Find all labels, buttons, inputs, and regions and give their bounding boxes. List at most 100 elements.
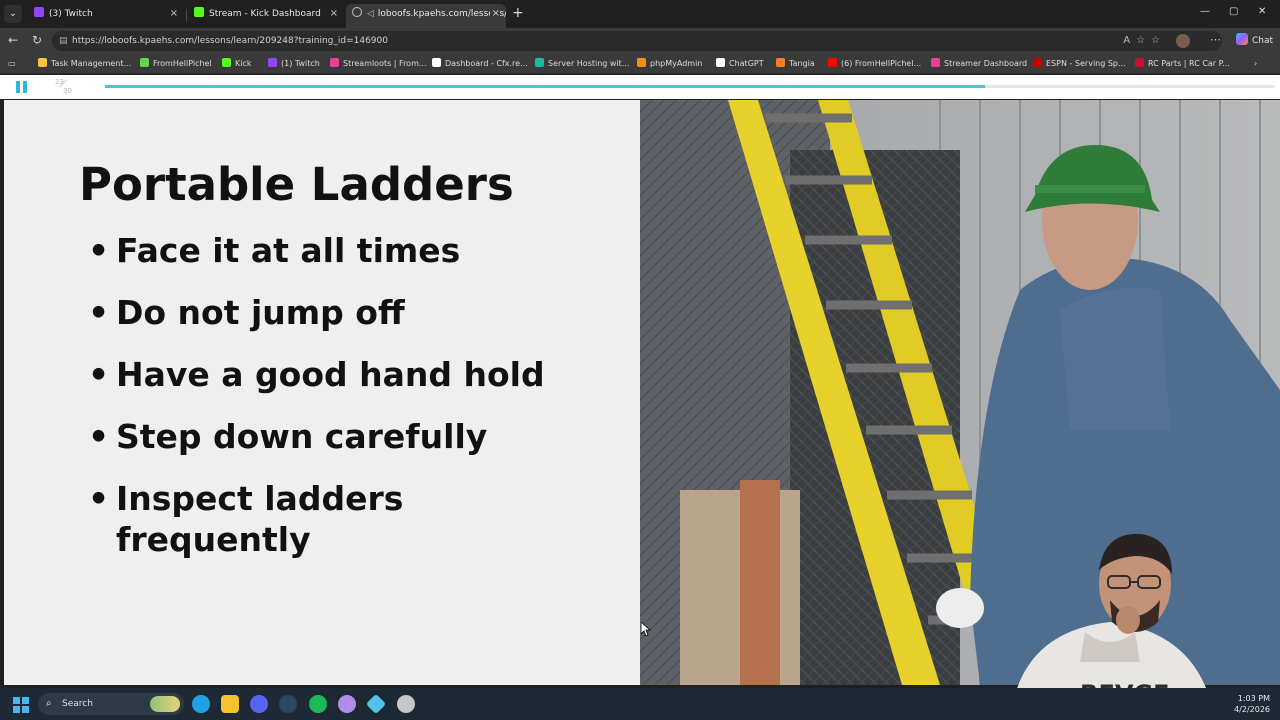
bookmark-label: ChatGPT: [729, 59, 764, 68]
maximize-button[interactable]: ▢: [1229, 6, 1238, 17]
minimize-button[interactable]: —: [1200, 6, 1210, 17]
tab-strip: ⌄ (3) Twitch × Stream - Kick Dashboard ×…: [0, 0, 1280, 28]
close-window-button[interactable]: ✕: [1258, 6, 1266, 17]
bookmark-label: Task Management...: [51, 59, 132, 68]
bookmark-item[interactable]: RC Parts | RC Car P...: [1135, 57, 1230, 71]
twitch-icon: [34, 7, 44, 17]
bookmark-label: (6) FromHellPichel...: [841, 59, 922, 68]
mouse-cursor-icon: [641, 622, 651, 636]
bookmark-icon: [330, 58, 339, 67]
bookmark-icon: [828, 58, 837, 67]
bookmark-label: Streamer Dashboard: [944, 59, 1028, 68]
spotify-icon[interactable]: [309, 695, 327, 713]
bookmark-item[interactable]: Dashboard - Cfx.re...: [432, 57, 528, 71]
tab-divider: [186, 9, 187, 21]
screen: ⌄ (3) Twitch × Stream - Kick Dashboard ×…: [0, 0, 1280, 720]
bookmark-item[interactable]: (1) Twitch: [268, 57, 320, 71]
bullet-item: Step down carefully: [88, 416, 618, 457]
bookmark-label: ESPN - Serving Sp...: [1046, 59, 1126, 68]
favorite-star-icon[interactable]: ☆: [1136, 35, 1151, 46]
steam-icon[interactable]: [279, 695, 297, 713]
bookmark-icon: [637, 58, 646, 67]
bookmark-item[interactable]: Kick: [222, 57, 252, 71]
bookmark-label: FromHellPichel: [153, 59, 212, 68]
edge-icon[interactable]: [192, 695, 210, 713]
bookmark-label: Server Hosting wit...: [548, 59, 630, 68]
copilot-icon: [1236, 33, 1248, 45]
discord-icon[interactable]: [250, 695, 268, 713]
bookmark-item[interactable]: Task Management...: [38, 57, 131, 71]
favorites-icon[interactable]: ☆: [1151, 35, 1166, 46]
bullet-item: Do not jump off: [88, 292, 618, 333]
bookmark-icon: [931, 58, 940, 67]
clock-time: 1:03 PM: [1237, 694, 1270, 703]
bookmark-item[interactable]: (6) FromHellPichel...: [828, 57, 921, 71]
close-tab-icon[interactable]: ×: [170, 4, 178, 24]
pause-icon[interactable]: [16, 81, 28, 93]
bullet-item: Face it at all times: [88, 230, 618, 271]
bookmark-label: Tangia: [789, 59, 815, 68]
bookmark-icon: [535, 58, 544, 67]
bookmark-item[interactable]: phpMyAdmin: [637, 57, 702, 71]
bookmark-item[interactable]: Streamer Dashboard: [931, 57, 1027, 71]
app-settings-icon[interactable]: [397, 695, 415, 713]
refresh-icon[interactable]: ↻: [32, 33, 42, 47]
bookmarks-overflow-chevron-icon[interactable]: ›: [1254, 57, 1257, 71]
bookmark-label: Streamloots | From...: [343, 59, 427, 68]
bullet-item: Inspect ladders frequently: [88, 478, 508, 560]
tab-label: loboofs.kpaehs.com/lessons/l: [377, 9, 506, 19]
bookmark-icon: [38, 58, 47, 67]
taskbar: ⌕ Search 1:03 PM 4/2/2026: [0, 688, 1280, 720]
bookmark-label: RC Parts | RC Car P...: [1148, 59, 1230, 68]
back-arrow-icon[interactable]: ←: [8, 33, 18, 47]
lesson-progress-bar[interactable]: [105, 85, 1275, 88]
bookmark-label: Dashboard - Cfx.re...: [445, 59, 528, 68]
app-shell-icon[interactable]: [338, 695, 356, 713]
read-aloud-icon[interactable]: A: [1123, 35, 1136, 46]
close-tab-icon[interactable]: ×: [489, 4, 500, 24]
bookmark-icon: [140, 58, 149, 67]
bookmark-icon: [1135, 58, 1144, 67]
copilot-chat-button[interactable]: Chat: [1236, 33, 1273, 46]
file-explorer-icon[interactable]: [221, 695, 239, 713]
url-field[interactable]: ▤ https://loboofs.kpaehs.com/lessons/lea…: [52, 31, 1222, 51]
tab-lesson[interactable]: ◁ loboofs.kpaehs.com/lessons/l ×: [346, 4, 506, 28]
bookmark-icon: [432, 58, 441, 67]
tab-actions-chevron-icon[interactable]: ⌄: [4, 5, 22, 23]
windows-start-icon[interactable]: [13, 697, 29, 713]
slide-title: Portable Ladders: [79, 158, 514, 211]
speaker-icon[interactable]: ◁: [367, 9, 374, 19]
bookmark-item[interactable]: ESPN - Serving Sp...: [1033, 57, 1126, 71]
system-clock[interactable]: 1:03 PM 4/2/2026: [1234, 693, 1270, 715]
bookmark-item[interactable]: FromHellPichel: [140, 57, 212, 71]
bookmarks-menu-icon[interactable]: ▭: [8, 57, 16, 71]
new-tab-button[interactable]: +: [512, 5, 524, 21]
site-info-icon[interactable]: ▤: [59, 31, 68, 51]
bookmark-icon: [268, 58, 277, 67]
bookmark-item[interactable]: Streamloots | From...: [330, 57, 427, 71]
bookmark-icon: [776, 58, 785, 67]
globe-icon: [352, 7, 362, 17]
bookmark-label: Kick: [235, 59, 252, 68]
profile-avatar[interactable]: [1176, 34, 1190, 48]
bookmarks-bar: ▭ Task Management... FromHellPichel Kick…: [0, 54, 1280, 74]
bullet-item: Have a good hand hold: [88, 354, 618, 395]
progress-fill: [105, 85, 985, 88]
search-icon: ⌕: [46, 698, 52, 709]
bookmark-icon: [1033, 58, 1042, 67]
app-kick-icon[interactable]: [365, 693, 387, 715]
bookmark-item[interactable]: Tangia: [776, 57, 815, 71]
tab-kick-dashboard[interactable]: Stream - Kick Dashboard ×: [188, 4, 344, 28]
tab-label: (3) Twitch: [49, 9, 93, 19]
search-highlight-image: [150, 696, 180, 712]
taskbar-search[interactable]: ⌕ Search: [38, 693, 184, 715]
kick-icon: [194, 7, 204, 17]
total-slides: 30: [63, 87, 72, 95]
bookmark-item[interactable]: ChatGPT: [716, 57, 764, 71]
tab-twitch[interactable]: (3) Twitch ×: [28, 4, 184, 28]
more-options-icon[interactable]: ⋯: [1210, 33, 1221, 46]
close-tab-icon[interactable]: ×: [330, 4, 338, 24]
bullet-list: Face it at all times Do not jump off Hav…: [88, 230, 618, 581]
bookmark-item[interactable]: Server Hosting wit...: [535, 57, 629, 71]
address-actions[interactable]: A☆☆: [1123, 31, 1166, 51]
